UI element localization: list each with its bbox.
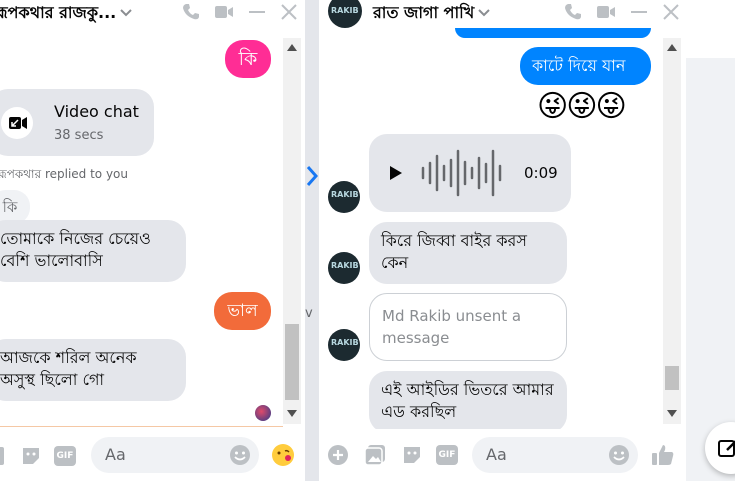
header-avatar[interactable]: RAKIB <box>328 0 362 28</box>
chevron-down-icon[interactable] <box>478 6 490 20</box>
plus-icon[interactable] <box>327 444 349 466</box>
message-input[interactable]: Aa <box>91 437 259 473</box>
sender-avatar[interactable]: RAKIB <box>328 181 360 213</box>
sticker-icon[interactable] <box>20 445 42 467</box>
compose-icon <box>718 440 735 457</box>
sender-avatar[interactable]: RAKIB <box>328 329 360 361</box>
message-text: আজকে শরিল অনেক অসুস্থ ছিলো গো <box>0 348 137 389</box>
chat-window-left: রূপকথার রাজকু... কি Video chat 38 secs র… <box>0 0 305 481</box>
sender-avatar[interactable]: RAKIB <box>328 252 360 284</box>
background-text-fragment: v <box>305 306 313 321</box>
chevron-down-icon[interactable] <box>120 6 132 20</box>
message-bubble-outgoing[interactable]: কাটে দিয়ে যান <box>520 47 651 85</box>
messenger-screen: v রূপকথার রাজকু... কি Video chat 38 secs… <box>0 0 735 481</box>
message-bubble-incoming[interactable]: তোমাকে নিজের চেয়েও বেশি ভালোবাসি <box>0 220 186 282</box>
message-text: কি <box>238 48 258 70</box>
background-icon-fragment <box>306 165 319 191</box>
gif-icon[interactable]: GIF <box>436 445 458 465</box>
reply-note-text: রূপকথার replied to you <box>0 167 129 181</box>
avatar-label: RAKIB <box>331 6 359 15</box>
message-text: এই আইডির ভিতরে আমার এড করছিল <box>381 380 554 421</box>
composer-bar: GIF Aa <box>319 429 686 481</box>
avatar-label: RAKIB <box>331 338 359 347</box>
sticker-icon[interactable] <box>401 444 423 466</box>
seen-avatar-icon <box>255 405 271 421</box>
video-icon[interactable] <box>596 4 616 20</box>
close-icon[interactable] <box>280 3 298 21</box>
waveform-icon <box>421 149 502 197</box>
background-gap <box>305 0 318 481</box>
message-bubble-outgoing[interactable]: কি <box>225 40 271 78</box>
video-call-icon <box>1 107 33 139</box>
quoted-message[interactable]: কি <box>0 190 30 224</box>
message-bubble-incoming[interactable]: আজকে শরিল অনেক অসুস্থ ছিলো গো <box>0 339 186 401</box>
emoji-text: 😜😜😜 <box>537 89 627 124</box>
composer-bar: GIF Aa <box>0 429 305 481</box>
reply-note: রূপকথার replied to you <box>0 166 128 186</box>
message-text: তোমাকে নিজের চেয়েও বেশি ভালোবাসি <box>0 229 151 270</box>
message-bubble-outgoing-partial[interactable] <box>455 28 651 38</box>
image-icon[interactable] <box>0 447 4 465</box>
message-text: ভাল <box>227 301 258 321</box>
phone-icon[interactable] <box>182 3 200 21</box>
emoji-icon[interactable] <box>229 444 251 466</box>
video-call-title: Video chat <box>54 102 139 121</box>
scrollbar[interactable] <box>283 38 301 424</box>
message-input[interactable]: Aa <box>472 437 638 473</box>
phone-icon[interactable] <box>564 3 582 21</box>
emoji-icon[interactable] <box>608 444 630 466</box>
input-placeholder: Aa <box>486 445 507 464</box>
like-icon[interactable] <box>651 443 675 467</box>
avatar-label: RAKIB <box>331 261 359 270</box>
voice-duration: 0:09 <box>524 164 558 182</box>
background-right-panel <box>686 0 735 481</box>
image-icon[interactable] <box>364 444 386 466</box>
video-call-duration: 38 secs <box>54 128 104 143</box>
avatar-label: RAKIB <box>331 190 359 199</box>
message-text: কিরে জিব্বা বাইর করস কেন <box>381 231 527 272</box>
video-call-card[interactable]: Video chat 38 secs <box>0 89 154 156</box>
chat-window-right: RAKIB রাত জাগা পাখি কাটে দিয়ে যান 😜😜😜 R… <box>318 0 686 481</box>
voice-message[interactable]: 0:09 <box>369 134 571 212</box>
message-text: কাটে দিয়ে যান <box>532 56 626 75</box>
unsent-message[interactable]: Md Rakib unsent a message <box>369 293 567 361</box>
minimize-icon[interactable] <box>248 3 266 21</box>
message-bubble-incoming[interactable]: এই আইডির ভিতরে আমার এড করছিল <box>369 371 567 433</box>
video-icon[interactable] <box>214 4 234 20</box>
scrollbar[interactable] <box>663 38 681 424</box>
emoji-message[interactable]: 😜😜😜 <box>537 88 627 126</box>
input-placeholder: Aa <box>105 445 126 464</box>
quoted-text: কি <box>2 198 18 216</box>
message-text: Md Rakib unsent a message <box>382 307 522 347</box>
chat-title[interactable]: রূপকথার রাজকু... <box>0 0 116 27</box>
minimize-icon[interactable] <box>630 3 648 21</box>
message-bubble-outgoing[interactable]: ভাল <box>214 292 271 330</box>
message-bubble-incoming[interactable]: কিরে জিব্বা বাইর করস কেন <box>369 222 567 284</box>
chat-title[interactable]: রাত জাগা পাখি <box>373 0 474 27</box>
emoji-reaction-icon[interactable] <box>272 444 294 466</box>
gif-icon[interactable]: GIF <box>54 446 76 466</box>
play-icon[interactable] <box>389 166 403 180</box>
close-icon[interactable] <box>662 3 680 21</box>
